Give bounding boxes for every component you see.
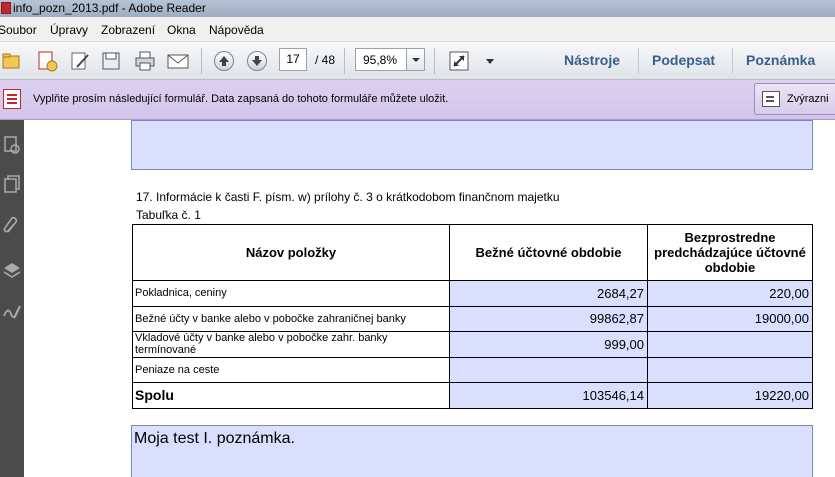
zoom-value: 95,8%	[363, 53, 398, 67]
chevron-down-icon	[486, 59, 494, 64]
pencil-icon	[71, 52, 89, 70]
table-row: Bežné účty v banke alebo v pobočke zahra…	[132, 305, 813, 332]
arrow-up-icon	[214, 51, 234, 71]
row-label: Pokladnica, ceniny	[132, 280, 450, 307]
note-text: Moja test I. poznámka.	[134, 430, 295, 447]
previous-value-field[interactable]	[647, 331, 813, 358]
table-caption: Tabuľka č. 1	[136, 208, 201, 222]
create-pdf-icon	[38, 51, 58, 72]
total-current-value[interactable]: 103546,14	[449, 382, 648, 409]
comment-pane-button[interactable]: Poznámka	[746, 52, 815, 68]
form-text-field-top[interactable]	[131, 120, 813, 170]
toolbar-separator	[638, 48, 639, 74]
envelope-icon	[167, 54, 189, 69]
previous-value-field[interactable]: 220,00	[647, 280, 813, 307]
toolbar-separator	[732, 48, 733, 74]
tools-pane-button[interactable]: Nástroje	[564, 52, 620, 68]
previous-page-button[interactable]	[212, 49, 236, 73]
table-row: Pokladnica, ceniny 2684,27 220,00	[132, 280, 813, 307]
edit-button[interactable]	[68, 49, 92, 73]
previous-value-field[interactable]	[647, 356, 813, 383]
section-title: 17. Informácie k časti F. písm. w) prílo…	[136, 190, 560, 204]
document-page: 17. Informácie k časti F. písm. w) prílo…	[24, 120, 835, 477]
folder-open-icon	[2, 53, 20, 69]
menu-file[interactable]: Soubor	[0, 23, 37, 37]
sign-pane-button[interactable]: Podepsat	[652, 52, 715, 68]
table-header-row: Názov položky Bežné účtovné obdobie Bezp…	[132, 224, 813, 281]
zoom-select[interactable]: 95,8%	[355, 48, 425, 71]
current-value-field[interactable]: 99862,87	[449, 305, 648, 332]
table-row: Peniaze na ceste	[132, 356, 813, 383]
highlight-fields-icon	[762, 91, 780, 107]
form-message: Vyplňte prosím následující formulář. Dat…	[33, 93, 449, 105]
page-total: / 48	[315, 53, 336, 67]
menu-help[interactable]: Nápověda	[209, 23, 264, 37]
page-thumbnails-icon[interactable]	[2, 135, 22, 155]
menu-view[interactable]: Zobrazení	[101, 23, 155, 37]
title-bar: info_pozn_2013.pdf - Adobe Reader	[0, 0, 835, 17]
page-number-input[interactable]: 17	[279, 48, 307, 71]
highlight-fields-label: Zvýrazni	[787, 93, 829, 105]
current-value-field[interactable]: 2684,27	[449, 280, 648, 307]
toolbar-options-button[interactable]	[478, 49, 502, 73]
menu-bar: Soubor Úpravy Zobrazení Okna Nápověda	[0, 17, 835, 42]
window-title: info_pozn_2013.pdf - Adobe Reader	[13, 1, 206, 15]
current-value-field[interactable]: 999,00	[449, 331, 648, 358]
fit-page-button[interactable]	[447, 49, 471, 73]
row-label: Peniaze na ceste	[132, 356, 450, 383]
previous-value-field[interactable]: 19000,00	[647, 305, 813, 332]
next-page-button[interactable]	[245, 49, 269, 73]
arrow-down-icon	[247, 51, 267, 71]
expand-arrows-icon	[449, 51, 469, 71]
table-total-row: Spolu 103546,14 19220,00	[132, 382, 813, 409]
zoom-dropdown-button[interactable]	[406, 49, 424, 70]
open-button[interactable]	[0, 49, 24, 73]
layers-icon[interactable]	[2, 260, 22, 280]
highlight-fields-button[interactable]: Zvýrazni	[754, 83, 835, 115]
floppy-disk-icon	[102, 52, 120, 70]
create-pdf-button[interactable]	[35, 49, 59, 73]
header-current-period: Bežné účtovné obdobie	[449, 224, 648, 281]
row-label: Bežné účty v banke alebo v pobočke zahra…	[132, 305, 450, 332]
pages-icon[interactable]	[2, 174, 22, 194]
toolbar-separator	[201, 48, 202, 74]
printer-icon	[135, 51, 155, 71]
pdf-app-icon	[1, 2, 11, 14]
financial-assets-table: Názov položky Bežné účtovné obdobie Bezp…	[132, 224, 813, 409]
print-button[interactable]	[133, 49, 157, 73]
total-previous-value[interactable]: 19220,00	[647, 382, 813, 409]
current-value-field[interactable]	[449, 356, 648, 383]
menu-window[interactable]: Okna	[167, 23, 196, 37]
signature-pen-icon[interactable]	[2, 302, 22, 322]
attachment-paperclip-icon[interactable]	[2, 216, 22, 236]
header-item-name: Názov položky	[132, 224, 450, 281]
header-previous-period: Bezprostredne predchádzajúce účtovné obd…	[647, 224, 813, 281]
form-message-bar: Vyplňte prosím následující formulář. Dat…	[0, 80, 835, 120]
toolbar-separator	[344, 48, 345, 74]
toolbar-separator	[434, 48, 435, 74]
navigation-pane	[0, 120, 24, 477]
menu-edit[interactable]: Úpravy	[50, 23, 88, 37]
email-button[interactable]	[166, 49, 190, 73]
table-row: Vkladové účty v banke alebo v pobočke za…	[132, 331, 813, 358]
row-label: Vkladové účty v banke alebo v pobočke za…	[132, 331, 450, 358]
form-icon	[3, 89, 21, 109]
save-button[interactable]	[99, 49, 123, 73]
total-label: Spolu	[132, 382, 450, 409]
